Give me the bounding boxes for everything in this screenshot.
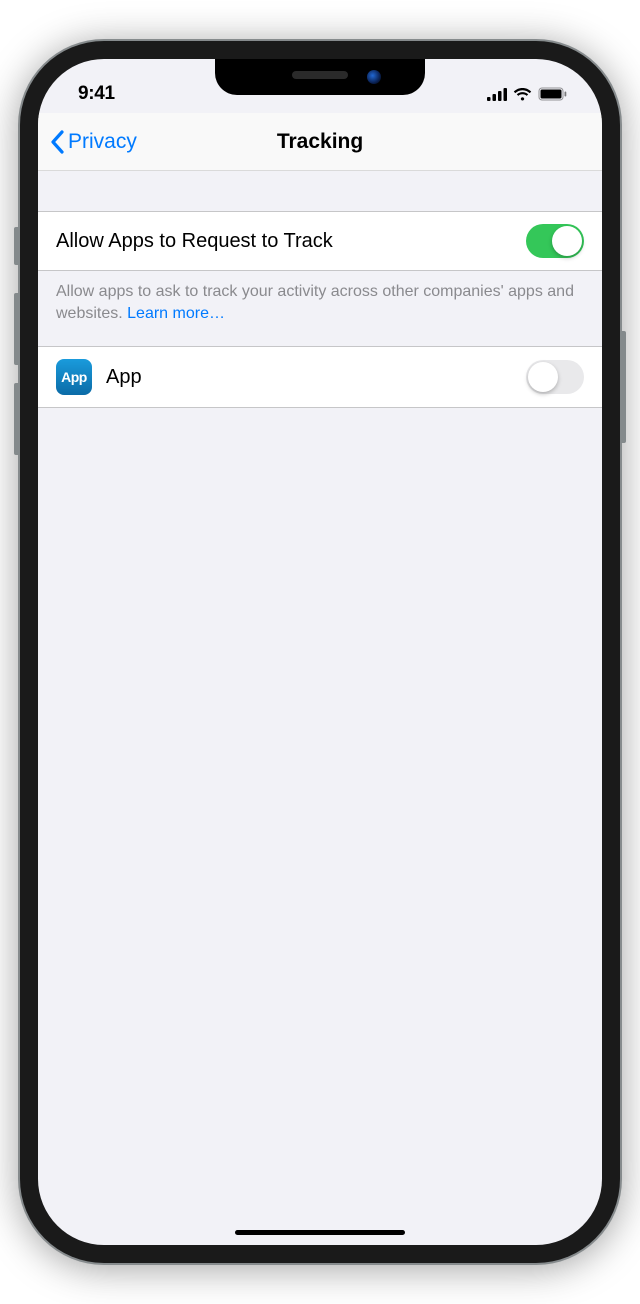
front-camera xyxy=(367,70,381,84)
learn-more-link[interactable]: Learn more… xyxy=(127,305,225,322)
volume-down-button xyxy=(14,383,20,455)
allow-request-row[interactable]: Allow Apps to Request to Track xyxy=(38,211,602,271)
back-button[interactable]: Privacy xyxy=(50,130,137,154)
volume-up-button xyxy=(14,293,20,365)
mute-switch xyxy=(14,227,20,265)
allow-request-footer: Allow apps to ask to track your activity… xyxy=(38,271,602,324)
status-time: 9:41 xyxy=(78,83,115,105)
app-name-label: App xyxy=(106,366,512,389)
screen: 9:41 Privacy Tracking Allow Apps to Requ… xyxy=(38,59,602,1245)
allow-request-section: Allow Apps to Request to Track Allow app… xyxy=(38,211,602,324)
back-label: Privacy xyxy=(68,130,137,154)
notch xyxy=(215,59,425,95)
phone-frame: 9:41 Privacy Tracking Allow Apps to Requ… xyxy=(20,41,620,1263)
nav-bar: Privacy Tracking xyxy=(38,113,602,171)
wifi-icon xyxy=(513,87,532,101)
allow-request-toggle[interactable] xyxy=(526,224,584,258)
allow-request-label: Allow Apps to Request to Track xyxy=(56,230,512,253)
toggle-knob xyxy=(552,226,582,256)
toggle-knob xyxy=(528,362,558,392)
apps-section: App App xyxy=(38,346,602,408)
power-button xyxy=(620,331,626,443)
app-icon: App xyxy=(56,359,92,395)
app-toggle[interactable] xyxy=(526,360,584,394)
app-icon-text: App xyxy=(61,369,87,385)
home-indicator[interactable] xyxy=(235,1230,405,1235)
battery-icon xyxy=(538,87,568,101)
chevron-left-icon xyxy=(50,130,64,154)
cellular-icon xyxy=(487,88,507,101)
speaker xyxy=(292,71,348,79)
app-row[interactable]: App App xyxy=(38,346,602,408)
status-indicators xyxy=(487,87,568,101)
